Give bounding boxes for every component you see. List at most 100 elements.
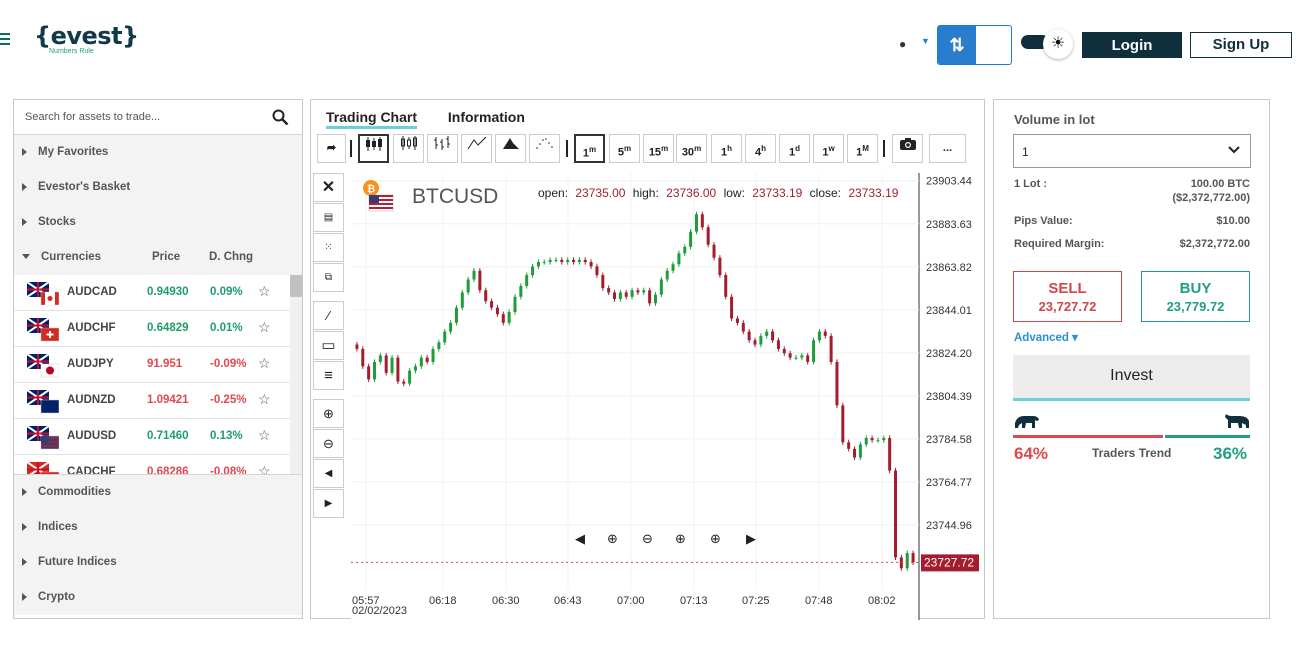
- invest-button[interactable]: Invest: [1013, 355, 1250, 401]
- category-stocks[interactable]: Stocks: [14, 205, 302, 240]
- category-future-indices[interactable]: Future Indices: [14, 545, 302, 580]
- candle-body: [525, 275, 529, 286]
- star-icon[interactable]: ☆: [258, 283, 271, 300]
- chart-panel: Trading Chart Information ➦ 1m 5m 15m 30m 1h…: [310, 99, 986, 620]
- currency-symbol: AUDUSD: [67, 430, 117, 442]
- star-icon[interactable]: ☆: [258, 463, 271, 474]
- menu-icon[interactable]: [0, 30, 14, 54]
- candle-body: [894, 470, 898, 558]
- star-icon[interactable]: ☆: [258, 427, 271, 444]
- y-tick-label: 23863.82: [926, 262, 972, 274]
- x-tick-label: 07:00: [617, 595, 645, 607]
- category-currencies[interactable]: Currencies Price D. Chng: [14, 240, 302, 275]
- currency-row[interactable]: AUDCHF 0.64829 0.01% ☆: [14, 311, 302, 347]
- y-tick-label: 23764.77: [926, 477, 972, 489]
- category-commodities[interactable]: Commodities: [14, 475, 302, 510]
- scroll-left-icon[interactable]: ◀: [575, 532, 585, 547]
- caret-down-icon: [22, 254, 30, 260]
- star-icon[interactable]: ☆: [258, 355, 271, 372]
- logo[interactable]: {evest} Numbers Rule: [34, 22, 139, 55]
- candle-body: [355, 344, 359, 349]
- currency-row[interactable]: AUDNZD 1.09421 -0.25% ☆: [14, 383, 302, 419]
- zoom-out-icon[interactable]: ⊖: [642, 532, 653, 547]
- currency-flag-icon: [27, 282, 59, 306]
- candle-body: [648, 290, 652, 304]
- candle-body: [624, 292, 628, 297]
- candle-body: [607, 288, 611, 293]
- candle-body: [817, 331, 821, 341]
- category-indices[interactable]: Indices: [14, 510, 302, 545]
- candle-body: [443, 331, 447, 343]
- currency-flag-icon: [27, 390, 59, 414]
- chevron-down-icon[interactable]: ▼: [921, 36, 930, 46]
- pips-info: Pips Value: $10.00: [1014, 215, 1250, 227]
- currency-symbol: AUDCAD: [67, 286, 117, 298]
- zoom-fit-icon[interactable]: ⊕: [710, 532, 721, 547]
- scrollbar[interactable]: [290, 275, 302, 474]
- bear-trend-bar: [1013, 435, 1163, 438]
- currency-list[interactable]: AUDCAD 0.94930 0.09% ☆ AUDCHF 0.64829 0.01% ☆ AU…: [14, 275, 302, 475]
- category-my-favorites[interactable]: My Favorites: [14, 135, 302, 170]
- caret-right-icon: [22, 522, 27, 531]
- zoom-reset-icon[interactable]: ⊕: [675, 532, 686, 547]
- candle-body: [437, 342, 441, 349]
- volume-select[interactable]: 1: [1013, 134, 1251, 168]
- advanced-toggle[interactable]: Advanced ▾: [1014, 330, 1078, 344]
- plot-area[interactable]: [351, 173, 919, 620]
- candle-body: [419, 357, 423, 367]
- login-button[interactable]: Login: [1082, 32, 1182, 58]
- currency-symbol: AUDJPY: [67, 358, 114, 370]
- currency-row[interactable]: AUDCAD 0.94930 0.09% ☆: [14, 275, 302, 311]
- candle-body: [911, 553, 915, 563]
- layout-toggle[interactable]: ⇅: [937, 25, 1012, 65]
- candle-body: [425, 357, 429, 362]
- candle-body: [472, 270, 476, 280]
- candle-body: [566, 259, 570, 263]
- sun-icon[interactable]: ☀: [1043, 29, 1073, 59]
- candle-body: [554, 259, 558, 261]
- y-tick-label: 23784.58: [926, 434, 972, 446]
- candlestick-chart[interactable]: 23903.44 23883.63 23863.82 23844.01 23824.20…: [311, 100, 986, 620]
- search-icon[interactable]: [272, 109, 289, 126]
- candle-body: [513, 296, 517, 312]
- currency-row[interactable]: AUDUSD 0.71460 0.13% ☆: [14, 419, 302, 455]
- candle-body: [753, 340, 757, 345]
- signup-button[interactable]: Sign Up: [1190, 32, 1292, 58]
- y-tick-label: 23744.96: [926, 520, 972, 532]
- candle-body: [730, 296, 734, 319]
- globe-icon[interactable]: ●: [899, 37, 906, 51]
- currency-symbol: AUDCHF: [67, 322, 116, 334]
- sort-icon[interactable]: ⇅: [938, 26, 976, 64]
- scroll-right-icon[interactable]: ▶: [746, 532, 756, 547]
- caret-down-icon: ▾: [1072, 332, 1078, 344]
- category-evestors-basket[interactable]: Evestor's Basket: [14, 170, 302, 205]
- buy-button[interactable]: BUY 23,779.72: [1141, 271, 1250, 322]
- candle-body: [782, 348, 786, 354]
- caret-right-icon: [22, 487, 27, 496]
- candle-body: [507, 312, 511, 323]
- currency-change: -0.09%: [210, 358, 247, 370]
- candle-body: [449, 322, 453, 332]
- y-tick-label: 23804.39: [926, 391, 972, 403]
- category-crypto[interactable]: Crypto: [14, 580, 302, 615]
- currency-change: -0.25%: [210, 394, 247, 406]
- candle-body: [718, 257, 722, 276]
- currency-row[interactable]: AUDJPY 91.951 -0.09% ☆: [14, 347, 302, 383]
- candle-body: [759, 335, 763, 345]
- candle-body: [771, 331, 775, 341]
- candle-body: [835, 361, 839, 406]
- zoom-in-icon[interactable]: ⊕: [607, 532, 618, 547]
- sell-button[interactable]: SELL 23,727.72: [1013, 271, 1122, 322]
- search-input[interactable]: Search for assets to trade...: [14, 100, 302, 135]
- star-icon[interactable]: ☆: [258, 391, 271, 408]
- candle-body: [659, 279, 663, 295]
- current-price-label: 23727.72: [924, 555, 974, 569]
- currency-flag-icon: [27, 318, 59, 342]
- candle-body: [466, 279, 470, 293]
- candle-body: [870, 437, 874, 441]
- traders-trend-label: Traders Trend: [1092, 446, 1172, 460]
- currency-row[interactable]: CADCHF 0.68286 -0.08% ☆: [14, 455, 302, 474]
- symbol-title: BTCUSD: [412, 185, 498, 208]
- star-icon[interactable]: ☆: [258, 319, 271, 336]
- currency-flag-icon: [27, 462, 59, 474]
